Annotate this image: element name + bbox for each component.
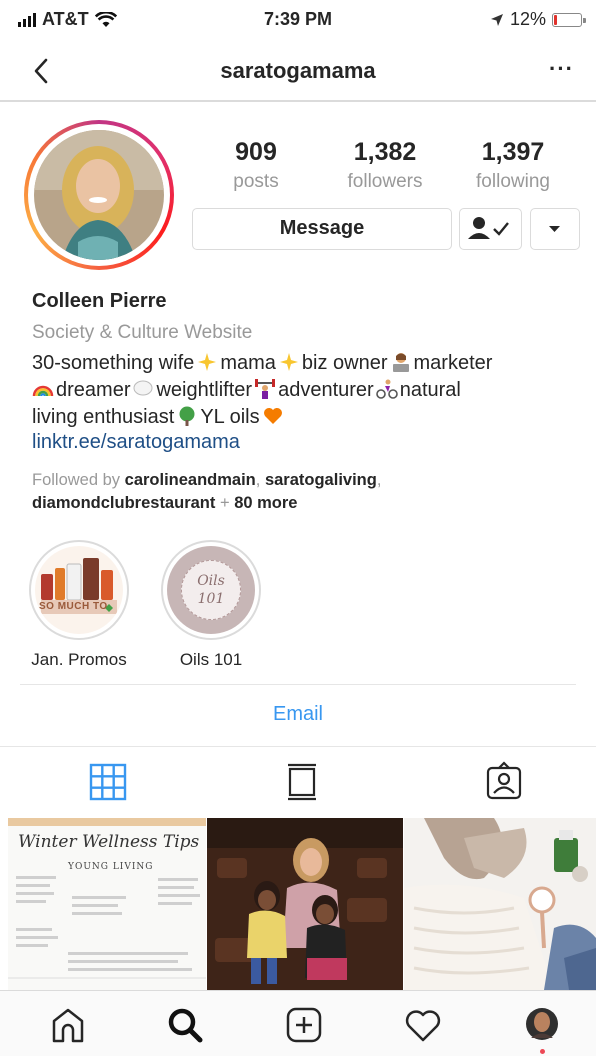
profile-tabs xyxy=(0,750,596,812)
battery-info: 12% xyxy=(490,9,586,30)
category-label: Society & Culture Website xyxy=(32,322,253,343)
battery-percent: 12% xyxy=(509,9,546,29)
profile-bio: Colleen Pierre Society & Culture Website… xyxy=(32,290,582,515)
profile-avatar xyxy=(34,130,164,260)
email-button[interactable]: Email xyxy=(0,703,596,726)
suggested-users-dropdown[interactable] xyxy=(530,208,580,250)
highlight-label: Jan. Promos xyxy=(31,650,127,669)
post-brand: YOUNG LIVING xyxy=(68,862,154,872)
grid-icon[interactable] xyxy=(86,760,130,804)
cyclist-icon xyxy=(375,379,398,399)
bio-text: 30-something wife mama biz owner marketer d… xyxy=(32,350,582,431)
new-post-icon[interactable] xyxy=(284,1005,324,1045)
orange-heart-icon xyxy=(263,408,282,424)
grid-post[interactable] xyxy=(207,818,403,990)
bio-fragment: 30-something wife xyxy=(32,352,195,374)
rainbow-icon xyxy=(32,385,54,397)
story-ring[interactable] xyxy=(24,120,174,270)
highlight-cover: Oils 101 xyxy=(167,546,255,634)
bio-fragment: living enthusiast xyxy=(32,406,175,428)
highlight-ring: SO MUCH TO xyxy=(29,540,129,640)
story-highlight-jan-promos[interactable]: SO MUCH TO Jan. Promos xyxy=(24,540,134,670)
caret-down-icon xyxy=(549,226,560,232)
mutual-follower: saratogaliving xyxy=(264,471,377,489)
bio-fragment: YL oils xyxy=(200,406,260,428)
bio-line: dreamer weightlifter adventurer natural xyxy=(32,377,582,404)
stat-value: 1,382 xyxy=(353,138,417,166)
tagged-icon[interactable] xyxy=(482,760,526,804)
active-tab-dot xyxy=(540,1049,545,1054)
bio-fragment: marketer xyxy=(413,352,493,374)
grid-post[interactable]: Winter Wellness Tips YOUNG LIVING xyxy=(8,818,206,990)
posts-count[interactable]: 909 posts xyxy=(201,138,311,193)
grid-post[interactable] xyxy=(404,818,596,990)
mutual-followers-more: 80 more xyxy=(234,494,298,512)
highlight-label: Oils 101 xyxy=(179,650,243,669)
website-link[interactable]: linktr.ee/saratogamama xyxy=(32,431,582,461)
sparkles-icon xyxy=(279,353,298,371)
bio-fragment: weightlifter xyxy=(156,379,253,401)
following-count[interactable]: 1,397 following xyxy=(458,138,568,193)
woman-laptop-icon xyxy=(392,353,409,372)
activity-heart-icon[interactable] xyxy=(403,1005,443,1045)
stat-label: followers xyxy=(347,171,423,192)
story-highlight-oils-101[interactable]: Oils 101 Oils 101 xyxy=(156,540,266,670)
tree-icon xyxy=(179,406,195,426)
followers-count[interactable]: 1,382 followers xyxy=(330,138,440,193)
avatar-frame xyxy=(28,124,170,266)
more-options-button[interactable]: ··· xyxy=(549,56,574,82)
mutual-follower: diamondclubrestaurant xyxy=(32,494,216,512)
separator: + xyxy=(215,494,235,512)
thought-bubble-icon xyxy=(133,380,153,396)
stat-label: posts xyxy=(233,171,279,192)
followed-by-prefix: Followed by xyxy=(32,471,121,489)
profile-avatar-icon[interactable] xyxy=(522,1005,562,1045)
stat-value: 909 xyxy=(235,138,277,166)
weightlifter-icon xyxy=(255,379,276,399)
highlight-banner: SO MUCH TO xyxy=(39,601,108,612)
post-grid: Winter Wellness Tips YOUNG LIVING xyxy=(8,818,596,990)
cover-text: Oils xyxy=(197,573,225,589)
username-title: saratogamama xyxy=(220,58,376,83)
bio-fragment: dreamer xyxy=(56,379,131,401)
status-bar: AT&T 7:39 PM 12% xyxy=(0,0,596,40)
bio-fragment: mama xyxy=(220,352,276,374)
post-image xyxy=(404,818,596,990)
highlight-cover: SO MUCH TO xyxy=(35,546,123,634)
post-title: Winter Wellness Tips xyxy=(18,832,200,852)
bio-fragment: adventurer xyxy=(278,379,374,401)
separator: , xyxy=(255,471,261,489)
feed-icon[interactable] xyxy=(280,760,324,804)
divider xyxy=(20,684,576,685)
stat-label: following xyxy=(476,171,550,192)
display-name: Colleen Pierre xyxy=(32,290,167,312)
battery-level xyxy=(554,14,557,25)
bio-fragment: natural xyxy=(399,379,461,401)
separator: , xyxy=(376,471,382,489)
bottom-nav xyxy=(0,990,596,1056)
product-bottles-image xyxy=(41,558,117,614)
followed-by[interactable]: Followed by carolineandmain, saratogaliv… xyxy=(32,469,582,515)
divider xyxy=(0,746,596,747)
highlight-ring: Oils 101 xyxy=(161,540,261,640)
following-button[interactable] xyxy=(459,208,522,250)
profile-header: saratogamama ··· xyxy=(0,40,596,102)
battery-icon xyxy=(552,12,586,27)
cover-text: 101 xyxy=(197,591,225,607)
location-arrow-icon xyxy=(490,13,503,26)
home-icon[interactable] xyxy=(48,1005,88,1045)
stat-value: 1,397 xyxy=(481,138,545,166)
bio-line: living enthusiast YL oils xyxy=(32,404,582,431)
bio-line: 30-something wife mama biz owner marketer xyxy=(32,350,582,377)
sparkles-icon xyxy=(198,353,217,371)
message-button[interactable]: Message xyxy=(192,208,452,250)
search-icon[interactable] xyxy=(165,1005,205,1045)
bio-fragment: biz owner xyxy=(301,352,388,374)
user-check-icon xyxy=(468,217,509,239)
cover-badge: Oils 101 xyxy=(181,560,241,620)
post-image xyxy=(207,818,403,990)
mutual-follower: carolineandmain xyxy=(124,471,256,489)
